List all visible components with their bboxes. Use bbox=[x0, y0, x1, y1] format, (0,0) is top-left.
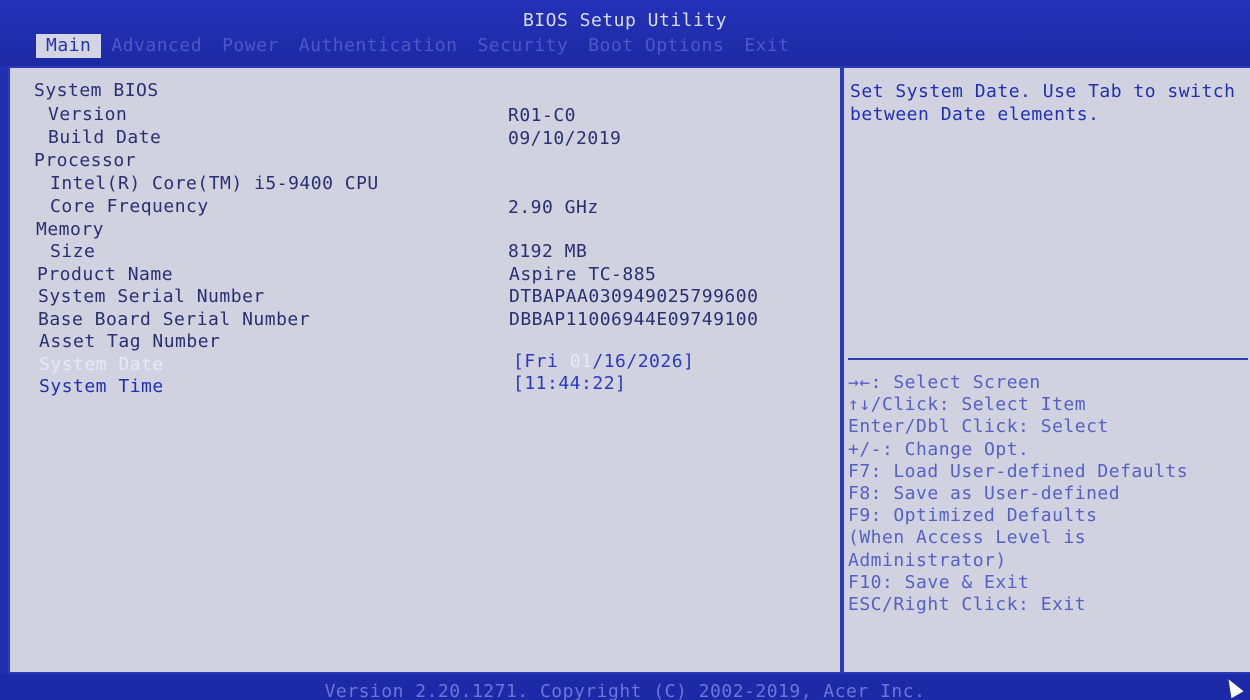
key-f10: F10: Save & Exit bbox=[848, 571, 1030, 593]
tab-advanced[interactable]: Advanced bbox=[101, 34, 212, 58]
cpu-name: Intel(R) Core(TM) i5-9400 CPU bbox=[50, 173, 379, 194]
top-bar: BIOS Setup Utility Main Advanced Power A… bbox=[0, 0, 1250, 66]
core-frequency-value: 2.90 GHz bbox=[508, 197, 599, 218]
product-name-label: Product Name bbox=[37, 264, 174, 285]
version-label: Version bbox=[48, 104, 128, 125]
key-f7: F7: Load User-defined Defaults bbox=[848, 460, 1189, 482]
system-date-suffix: /16/2026] bbox=[592, 351, 695, 372]
build-date-value: 09/10/2019 bbox=[508, 128, 622, 149]
window-title: BIOS Setup Utility bbox=[522, 10, 728, 31]
memory-heading: Memory bbox=[36, 219, 105, 240]
key-f9: F9: Optimized Defaults bbox=[848, 505, 1098, 527]
tab-security[interactable]: Security bbox=[467, 34, 578, 58]
board-serial-label: Base Board Serial Number bbox=[38, 309, 311, 330]
system-date-field[interactable]: [Fri 01/16/2026] bbox=[513, 351, 694, 373]
key-select-screen: →←: Select Screen bbox=[848, 372, 1041, 393]
tab-main[interactable]: Main bbox=[36, 34, 102, 58]
system-serial-label: System Serial Number bbox=[38, 286, 265, 307]
system-time-field[interactable]: [11:44:22] bbox=[513, 373, 626, 395]
help-description: Set System Date. Use Tab to switch betwe… bbox=[850, 81, 1236, 125]
system-serial-value: DTBAPAA030949025799600 bbox=[509, 286, 759, 307]
key-esc: ESC/Right Click: Exit bbox=[848, 594, 1087, 616]
product-name-value: Aspire TC-885 bbox=[509, 264, 657, 285]
processor-heading: Processor bbox=[34, 150, 137, 171]
tab-bar: Main Advanced Power Authentication Secur… bbox=[36, 34, 800, 58]
key-f9-note-1: (When Access Level is bbox=[848, 527, 1087, 549]
build-date-label: Build Date bbox=[48, 127, 162, 148]
help-divider bbox=[848, 358, 1248, 360]
system-date-prefix: [Fri bbox=[513, 351, 570, 372]
help-panel: Set System Date. Use Tab to switch betwe… bbox=[842, 66, 1250, 674]
version-value: R01-C0 bbox=[508, 105, 577, 126]
key-legend: →←: Select Screen ↑↓/Click: Select Item … bbox=[848, 372, 1248, 616]
tab-authentication[interactable]: Authentication bbox=[289, 34, 468, 58]
tab-power[interactable]: Power bbox=[212, 34, 289, 58]
system-time-label[interactable]: System Time bbox=[39, 376, 164, 398]
tab-boot-options[interactable]: Boot Options bbox=[578, 34, 734, 58]
system-bios-heading: System BIOS bbox=[34, 80, 159, 101]
asset-tag-label: Asset Tag Number bbox=[39, 331, 221, 352]
key-change-opt: +/-: Change Opt. bbox=[848, 438, 1030, 460]
main-panel: System BIOS Version R01-C0 Build Date 09… bbox=[8, 66, 842, 674]
key-f8: F8: Save as User-defined bbox=[848, 483, 1121, 505]
tab-exit[interactable]: Exit bbox=[734, 34, 799, 58]
key-f9-note-2: Administrator) bbox=[848, 549, 1007, 571]
system-date-month-selected[interactable]: 01 bbox=[570, 351, 593, 372]
board-serial-value: DBBAP11006944E09749100 bbox=[509, 309, 759, 330]
system-date-label[interactable]: System Date bbox=[39, 354, 164, 376]
core-frequency-label: Core Frequency bbox=[50, 196, 209, 217]
key-select: Enter/Dbl Click: Select bbox=[848, 416, 1109, 438]
memory-size-value: 8192 MB bbox=[508, 241, 588, 262]
memory-size-label: Size bbox=[50, 241, 96, 262]
key-select-item: ↑↓/Click: Select Item bbox=[848, 394, 1087, 416]
footer-copyright: Version 2.20.1271. Copyright (C) 2002-20… bbox=[0, 674, 1250, 700]
